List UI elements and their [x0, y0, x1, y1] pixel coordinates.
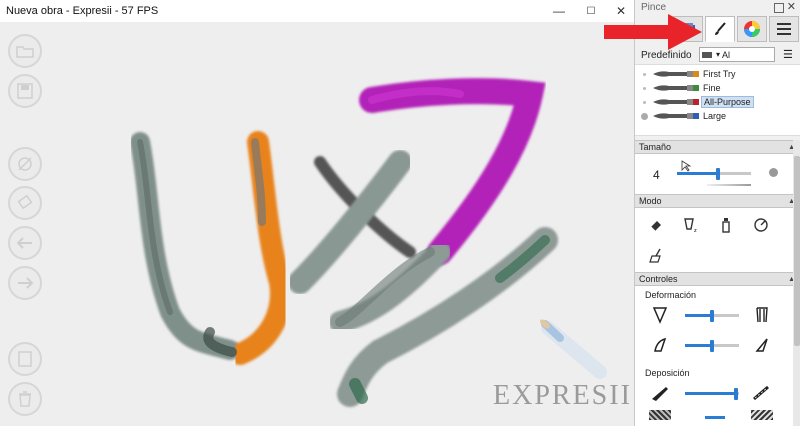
- controls-section-header[interactable]: Controles ▲: [635, 272, 800, 286]
- size-slider-thumb[interactable]: [715, 168, 720, 180]
- preset-name: All-Purpose: [701, 96, 754, 108]
- deposition-label: Deposición: [645, 368, 690, 378]
- brush-icon: [715, 22, 726, 35]
- brush-tip-curved-icon: [649, 334, 671, 356]
- brush-preview-icon: [653, 113, 699, 119]
- brush-panel: Pince ✕ Predefinido ▾ Al ☰ First Try Fin…: [634, 0, 800, 426]
- preset-item[interactable]: First Try: [635, 67, 800, 81]
- preset-item[interactable]: Fine: [635, 81, 800, 95]
- preset-item[interactable]: All-Purpose: [635, 95, 800, 109]
- drawing-canvas[interactable]: EXPRESII: [0, 22, 634, 426]
- brush-tip-narrow-icon: [649, 304, 671, 326]
- preset-list: First Try Fine All-Purpose Large: [635, 64, 800, 136]
- brush-preview-icon: [653, 99, 699, 105]
- size-header-label: Tamaño: [639, 142, 672, 152]
- deformation-slider-2-thumb[interactable]: [710, 340, 714, 352]
- brush-preview-icon: [653, 85, 699, 91]
- texture-slider-fill: [705, 416, 725, 419]
- red-arrow-annotation: [604, 14, 702, 50]
- color-wheel-icon: [744, 21, 760, 37]
- panel-close-button[interactable]: ✕: [787, 0, 796, 13]
- trash-icon[interactable]: [8, 382, 42, 416]
- preset-item[interactable]: Large: [635, 109, 800, 123]
- panel-scrollbar[interactable]: [793, 140, 800, 426]
- tab-color[interactable]: [737, 16, 767, 42]
- size-value: 4: [653, 168, 660, 182]
- preset-name: Fine: [703, 83, 721, 93]
- title-bar: Nueva obra - Expresii - 57 FPS: [0, 0, 634, 22]
- maximize-button[interactable]: ☐: [576, 0, 606, 22]
- dip-mode-icon[interactable]: z: [680, 214, 702, 236]
- minimize-button[interactable]: —: [544, 0, 574, 22]
- brush-preview-icon: [653, 71, 699, 77]
- deposition-slider-fill: [685, 392, 737, 395]
- blend-mode-icon[interactable]: [750, 214, 772, 236]
- preset-select-icon: ▾: [716, 50, 721, 59]
- menu-icon: [777, 23, 791, 35]
- tab-menu[interactable]: [769, 16, 799, 42]
- texture-swatch-2: [751, 410, 773, 420]
- open-icon[interactable]: [8, 34, 42, 68]
- brush-tip-split-icon: [751, 304, 773, 326]
- deposition-slider-thumb[interactable]: [734, 388, 739, 400]
- tab-brush[interactable]: [705, 16, 735, 42]
- preset-select[interactable]: ▾ Al: [699, 47, 775, 62]
- view-rotate-icon[interactable]: [8, 147, 42, 181]
- undo-icon[interactable]: [8, 226, 42, 260]
- size-slider-fill: [677, 172, 718, 175]
- eraser-icon[interactable]: [8, 186, 42, 220]
- watermark-text: EXPRESII: [493, 380, 632, 411]
- size-preview-dot: [769, 168, 778, 177]
- brush-tip-angled-icon: [751, 334, 773, 356]
- deformation-slider-1-thumb[interactable]: [710, 310, 714, 322]
- deposition-thick-icon: [649, 382, 671, 404]
- svg-text:z: z: [694, 228, 697, 233]
- size-section: 4: [635, 154, 795, 194]
- sweep-mode-icon[interactable]: [645, 244, 667, 266]
- controls-section: Deformación Deposición: [635, 286, 795, 426]
- redo-icon[interactable]: [8, 266, 42, 300]
- mode-section: z: [635, 208, 795, 272]
- mode-section-header[interactable]: Modo ▲: [635, 194, 800, 208]
- spray-mode-icon[interactable]: [715, 214, 737, 236]
- preset-select-value: Al: [722, 49, 731, 60]
- preset-list-view-icon[interactable]: ☰: [783, 48, 793, 61]
- texture-swatch-1: [649, 410, 671, 420]
- deformation-slider-2-fill: [685, 344, 712, 347]
- controls-header-label: Controles: [639, 274, 678, 284]
- save-icon[interactable]: [8, 74, 42, 108]
- deposition-thin-icon: [751, 382, 773, 404]
- mode-header-label: Modo: [639, 196, 662, 206]
- preset-name: Large: [703, 111, 727, 121]
- panel-float-button[interactable]: [774, 3, 784, 13]
- layers-icon[interactable]: [8, 342, 42, 376]
- deformation-label: Deformación: [645, 290, 697, 300]
- eraser-mode-icon[interactable]: [645, 214, 667, 236]
- painted-strokes: [130, 78, 607, 407]
- preset-name: First Try: [703, 69, 736, 79]
- mouse-cursor-icon: [681, 160, 691, 172]
- panel-scrollbar-thumb[interactable]: [794, 156, 800, 346]
- deformation-slider-1-fill: [685, 314, 712, 317]
- window-title: Nueva obra - Expresii - 57 FPS: [6, 5, 159, 17]
- size-section-header[interactable]: Tamaño ▲: [635, 140, 800, 154]
- size-pressure-bar: [707, 184, 751, 186]
